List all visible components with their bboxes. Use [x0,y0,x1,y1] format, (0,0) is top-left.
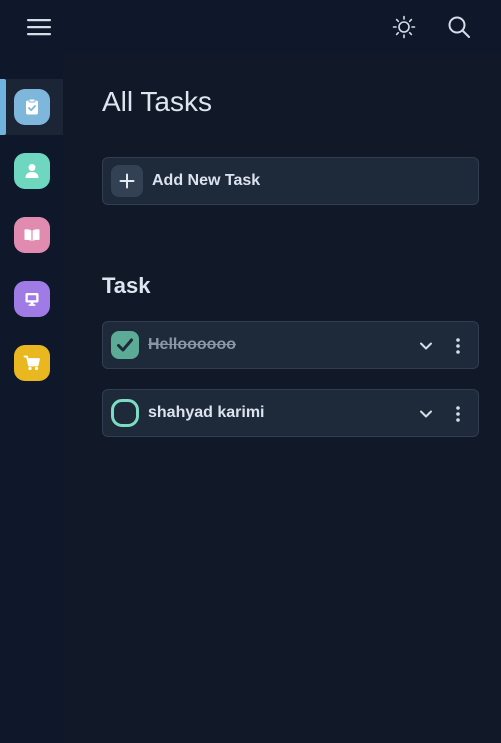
task-item[interactable]: Helloooooo [102,321,479,369]
plus-icon [111,165,143,197]
sidebar-item-shopping[interactable] [0,335,63,391]
chevron-down-icon[interactable] [414,402,438,426]
hamburger-menu-icon[interactable] [22,11,56,43]
task-title: shahyad karimi [148,404,265,421]
sidebar-item-personal[interactable] [0,143,63,199]
add-new-task-button[interactable]: Add New Task [102,157,479,205]
chevron-down-icon[interactable] [414,334,438,358]
sidebar [0,54,63,743]
sidebar-item-work[interactable] [0,271,63,327]
book-open-icon [13,217,50,253]
check-icon [117,338,133,352]
more-options-icon[interactable] [446,334,470,358]
page-title: All Tasks [102,86,212,117]
top-bar [0,0,501,54]
sun-icon[interactable] [387,11,421,43]
user-icon [13,153,50,189]
shopping-cart-icon [13,345,50,381]
completed-checkbox[interactable] [111,331,139,359]
search-icon[interactable] [442,11,476,43]
more-options-icon[interactable] [446,402,470,426]
monitor-icon [13,281,50,317]
add-new-task-label: Add New Task [152,172,261,189]
main-content: All Tasks Add New Task Task Helloooooo s… [63,54,501,743]
sidebar-item-all-tasks[interactable] [0,79,63,135]
task-item[interactable]: shahyad karimi [102,389,479,437]
incomplete-checkbox[interactable] [111,399,139,427]
task-title: Helloooooo [148,336,236,353]
sidebar-item-reading[interactable] [0,207,63,263]
section-title: Task [102,273,151,298]
clipboard-check-icon [13,89,50,125]
